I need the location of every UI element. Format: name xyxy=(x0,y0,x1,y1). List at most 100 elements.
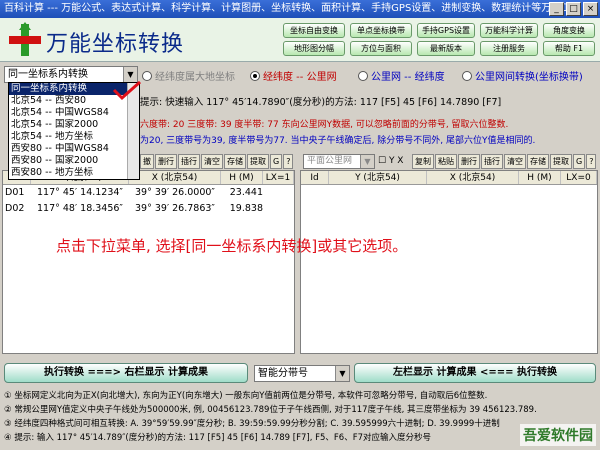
delete-row-button[interactable]: 删行 xyxy=(458,154,480,169)
instruction-overlay: 点击下拉菜单, 选择[同一坐标系内转换]或其它选项。 xyxy=(56,237,408,255)
angle-convert-button[interactable]: 角度变换 xyxy=(543,23,595,38)
radio-latlon-to-grid[interactable]: 经纬度 -- 公里网 xyxy=(250,68,337,83)
col-header[interactable]: H (M) xyxy=(221,171,263,184)
maximize-button[interactable]: □ xyxy=(566,2,581,16)
undo-button[interactable]: 撤 xyxy=(140,154,154,169)
checkmark-icon xyxy=(112,80,141,101)
insert-row-button[interactable]: 插行 xyxy=(178,154,200,169)
yx-label: Y X xyxy=(388,156,404,166)
chevron-down-icon[interactable]: ▼ xyxy=(335,366,349,381)
help-button[interactable]: 帮助 F1 xyxy=(543,41,595,56)
right-grid-type-value: 平面公里网 xyxy=(307,156,353,166)
input-tip: 提示: 快速输入 117° 45′14.7890″(度分秒)的方法: 117 [… xyxy=(140,94,501,108)
dropdown-option[interactable]: 北京54 -- 中国WGS84 xyxy=(9,107,139,119)
zone-info: 六度带: 20 三度带: 39 度半带: 77 东向公里网Y数据, 可以忽略前面… xyxy=(140,120,509,130)
plus-arrow-logo-icon xyxy=(9,22,41,56)
paste-button[interactable]: 粘贴 xyxy=(435,154,457,169)
extract-button[interactable]: 提取 xyxy=(550,154,572,169)
dropdown-option[interactable]: 北京54 -- 国家2000 xyxy=(9,119,139,131)
note-line: ① 坐标网定义北向为正X(向北增大), 东向为正Y(向东增大) 一般东向Y值前两… xyxy=(4,391,488,401)
radio-label: 公里网 -- 经纬度 xyxy=(371,72,445,83)
delete-row-button[interactable]: 删行 xyxy=(155,154,177,169)
col-header[interactable]: Id xyxy=(301,171,329,184)
clear-button[interactable]: 清空 xyxy=(201,154,223,169)
checkbox-icon[interactable]: ☐ xyxy=(378,156,386,166)
col-header[interactable]: H (M) xyxy=(519,171,561,184)
execute-right-to-left-button[interactable]: 左栏显示 计算成果 <=== 执行转换 xyxy=(354,363,596,383)
single-point-zone-button[interactable]: 单点坐标换带 xyxy=(350,23,412,38)
cell-y[interactable]: 117° 48′ 18.3456″ xyxy=(31,201,129,217)
app-title: 万能坐标转换 xyxy=(46,32,185,57)
g-button[interactable]: G xyxy=(573,154,586,169)
note-line: ③ 经纬度四种格式间可相互转换: A. 39°59′59.99″度分秒; B. … xyxy=(4,419,500,429)
grid-header: Id Y (北京54) X (北京54) H (M) LX=0 xyxy=(301,171,597,185)
map-sheet-button[interactable]: 地形图分幅 xyxy=(283,41,345,56)
save-button[interactable]: 存储 xyxy=(224,154,246,169)
g-button[interactable]: G xyxy=(270,154,283,169)
cell-lx[interactable] xyxy=(263,201,294,217)
dropdown-option[interactable]: 西安80 -- 地方坐标 xyxy=(9,167,139,179)
cell-lx[interactable] xyxy=(263,185,294,201)
help-q-button[interactable]: ? xyxy=(586,154,597,169)
note-line: ② 常规公里网Y值定义中央子午线处为500000米, 例, 00456123.7… xyxy=(4,405,537,415)
latest-version-button[interactable]: 最新版本 xyxy=(417,41,475,56)
insert-row-button[interactable]: 插行 xyxy=(481,154,503,169)
window-title: 百科计算 --- 万能公式、表达式计算、科学计算、计算图册、坐标转换、面积计算、… xyxy=(4,3,582,14)
app-header: 万能坐标转换 坐标自由变换 单点坐标换带 手持GPS设置 万能科学计算 角度变换… xyxy=(0,18,600,62)
yx-checkboxes[interactable]: ☐ Y X xyxy=(378,156,403,166)
radio-circle-icon xyxy=(142,70,152,81)
dropdown-option[interactable]: 西安80 -- 中国WGS84 xyxy=(9,143,139,155)
notes-panel: ① 坐标网定义北向为正X(向北增大), 东向为正Y(向东增大) 一般东向Y值前两… xyxy=(4,389,596,445)
zone-info-2: 为20, 三度带号为39, 度半带号为77. 当中央子午线确定后, 除分带号不同… xyxy=(140,136,536,146)
tip-text: 提示: 快速输入 117° 45′14.7890″(度分秒)的方法: 117 [… xyxy=(140,97,502,108)
extract-button[interactable]: 提取 xyxy=(247,154,269,169)
cell-y[interactable]: 117° 45′ 14.1234″ xyxy=(31,185,129,201)
note-line: ④ 提示: 输入 117° 45′14.789″(度分秒)的方法: 117 [F… xyxy=(4,433,432,443)
gps-settings-button[interactable]: 手持GPS设置 xyxy=(417,23,475,38)
window-titlebar: 百科计算 --- 万能公式、表达式计算、科学计算、计算图册、坐标转换、面积计算、… xyxy=(0,0,600,18)
azimuth-area-button[interactable]: 方位与面积 xyxy=(350,41,412,56)
cell-id[interactable]: D01 xyxy=(3,185,31,201)
dropdown-option[interactable]: 北京54 -- 地方坐标 xyxy=(9,131,139,143)
left-panel-toolbar: 撤 删行 插行 清空 存储 提取 G ? xyxy=(140,154,294,170)
save-button[interactable]: 存储 xyxy=(527,154,549,169)
right-panel-toolbar: 复制 粘贴 删行 插行 清空 存储 提取 G ? xyxy=(412,154,597,170)
cell-x[interactable]: 39° 39′ 26.0000″ xyxy=(129,185,221,201)
col-header[interactable]: LX=1 xyxy=(263,171,294,184)
radio-selected-icon xyxy=(250,70,260,81)
table-row[interactable]: D01 117° 45′ 14.1234″ 39° 39′ 26.0000″ 2… xyxy=(3,185,294,201)
free-transform-button[interactable]: 坐标自由变换 xyxy=(283,23,345,38)
watermark-logo: 吾爱软件园 xyxy=(520,424,596,446)
execute-left-to-right-button[interactable]: 执行转换 ===> 右栏显示 计算成果 xyxy=(4,363,248,383)
hint-label: 经纬度属大地坐标 xyxy=(155,72,235,83)
left-data-grid[interactable]: Id Y (北京54) X (北京54) H (M) LX=1 D01 117°… xyxy=(2,170,295,354)
zone-select[interactable]: 智能分带号 ▼ xyxy=(254,365,350,382)
scientific-calc-button[interactable]: 万能科学计算 xyxy=(480,23,538,38)
radio-grid-to-latlon[interactable]: 公里网 -- 经纬度 xyxy=(358,68,445,83)
register-button[interactable]: 注册服务 xyxy=(480,41,538,56)
radio-circle-icon xyxy=(462,70,472,81)
right-data-grid[interactable]: Id Y (北京54) X (北京54) H (M) LX=0 xyxy=(300,170,598,354)
minimize-button[interactable]: _ xyxy=(549,2,564,16)
right-grid-type-select[interactable]: 平面公里网 ▼ xyxy=(303,154,375,169)
radio-label: 公里网间转换(坐标换带) xyxy=(475,72,583,83)
hint-radio[interactable]: 经纬度属大地坐标 xyxy=(142,68,235,83)
zone-select-value: 智能分带号 xyxy=(258,368,308,379)
table-row[interactable]: D02 117° 48′ 18.3456″ 39° 39′ 26.7863″ 1… xyxy=(3,201,294,217)
cell-h[interactable]: 23.441 xyxy=(221,185,263,201)
clear-button[interactable]: 清空 xyxy=(504,154,526,169)
mode-select-value: 同一坐标系内转换 xyxy=(8,69,88,80)
copy-button[interactable]: 复制 xyxy=(412,154,434,169)
dropdown-option[interactable]: 西安80 -- 国家2000 xyxy=(9,155,139,167)
cell-id[interactable]: D02 xyxy=(3,201,31,217)
cell-h[interactable]: 19.838 xyxy=(221,201,263,217)
col-header[interactable]: X (北京54) xyxy=(129,171,221,184)
col-header[interactable]: X (北京54) xyxy=(427,171,519,184)
col-header[interactable]: LX=0 xyxy=(561,171,597,184)
help-q-button[interactable]: ? xyxy=(283,154,294,169)
chevron-down-icon[interactable]: ▼ xyxy=(360,155,374,168)
close-button[interactable]: × xyxy=(583,2,598,16)
cell-x[interactable]: 39° 39′ 26.7863″ xyxy=(129,201,221,217)
col-header[interactable]: Y (北京54) xyxy=(329,171,427,184)
radio-grid-zone[interactable]: 公里网间转换(坐标换带) xyxy=(462,68,583,83)
